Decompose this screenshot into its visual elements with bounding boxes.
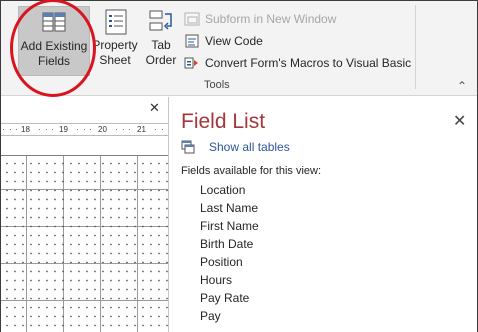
ruler-dot: · (115, 125, 118, 134)
ribbon: Add Existing Fields Property Sheet Tab O… (1, 0, 477, 97)
subform-icon (184, 12, 200, 26)
field-item-pay-rate[interactable]: Pay Rate (200, 291, 259, 309)
field-item-first-name[interactable]: First Name (200, 219, 259, 237)
convert-macros-label: Convert Form's Macros to Visual Basic (205, 56, 412, 70)
view-code-icon (185, 34, 199, 48)
collapse-ribbon-icon[interactable]: ⌃ (457, 79, 467, 93)
ruler-dot: · (89, 125, 92, 134)
form-design-pane: ✕ · · · 18 · · · 19 · · · 20 · · · 21 · … (1, 97, 168, 332)
property-sheet-button[interactable]: Property Sheet (91, 6, 139, 76)
tab-order-label-1: Tab (151, 38, 171, 52)
show-all-tables-label: Show all tables (209, 140, 290, 154)
property-sheet-label-1: Property (92, 38, 138, 52)
ruler-label-21: 21 (137, 125, 146, 134)
view-code-button[interactable]: View Code (184, 30, 411, 52)
ruler-dot: · (83, 125, 86, 134)
add-existing-fields-button[interactable]: Add Existing Fields (18, 6, 90, 76)
ruler-dot: · (122, 125, 125, 134)
close-icon[interactable]: ✕ (149, 100, 160, 116)
tab-order-button[interactable]: Tab Order (141, 6, 181, 76)
tab-order-icon (149, 10, 172, 31)
ruler-dot: · (45, 125, 48, 134)
ruler-dot: · (161, 125, 164, 134)
tools-commands: Subform in New Window View Code Convert … (184, 8, 411, 74)
ruler-dot: · (76, 125, 79, 134)
view-code-label: View Code (205, 34, 263, 48)
property-sheet-label-2: Sheet (99, 53, 131, 67)
convert-macros-button[interactable]: Convert Form's Macros to Visual Basic (184, 52, 411, 74)
ruler-dot: · (51, 125, 54, 134)
field-list-pane: Field List ✕ Show all tables Fields avai… (168, 97, 477, 332)
tables-icon (181, 140, 195, 154)
show-all-tables-link[interactable]: Show all tables (181, 140, 290, 154)
add-existing-fields-label-1: Add Existing (20, 39, 88, 53)
ruler-label-18: 18 (21, 125, 30, 134)
tab-order-label-2: Order (145, 53, 177, 67)
subform-new-window-button[interactable]: Subform in New Window (184, 8, 411, 30)
property-sheet-icon (105, 9, 127, 35)
ruler-label-20: 20 (98, 125, 107, 134)
field-item-last-name[interactable]: Last Name (200, 201, 259, 219)
ruler-dot: · (9, 125, 12, 134)
convert-macros-icon (184, 57, 198, 69)
tools-group-label: Tools (204, 79, 230, 91)
close-icon[interactable]: ✕ (453, 111, 466, 131)
field-item-pay[interactable]: Pay (200, 309, 259, 327)
add-existing-fields-icon (42, 12, 66, 32)
field-list: Location Last Name First Name Birth Date… (200, 183, 259, 327)
ribbon-group-separator (415, 5, 416, 89)
field-item-birth-date[interactable]: Birth Date (200, 237, 259, 255)
design-grid[interactable] (1, 155, 168, 332)
ruler-dot: · (38, 125, 41, 134)
fields-available-label: Fields available for this view: (181, 165, 322, 177)
ruler-dot: · (15, 125, 18, 134)
field-item-hours[interactable]: Hours (200, 273, 259, 291)
add-existing-fields-label-2: Fields (37, 54, 70, 68)
ruler-dot: · (128, 125, 131, 134)
ruler-label-19: 19 (59, 125, 68, 134)
ruler-dot: · (154, 125, 157, 134)
subform-new-window-label: Subform in New Window (205, 12, 337, 26)
field-list-title: Field List (181, 110, 266, 133)
ruler-dot: · (2, 125, 5, 134)
horizontal-ruler: · · · 18 · · · 19 · · · 20 · · · 21 · · (1, 123, 168, 136)
field-item-location[interactable]: Location (200, 183, 259, 201)
field-item-position[interactable]: Position (200, 255, 259, 273)
